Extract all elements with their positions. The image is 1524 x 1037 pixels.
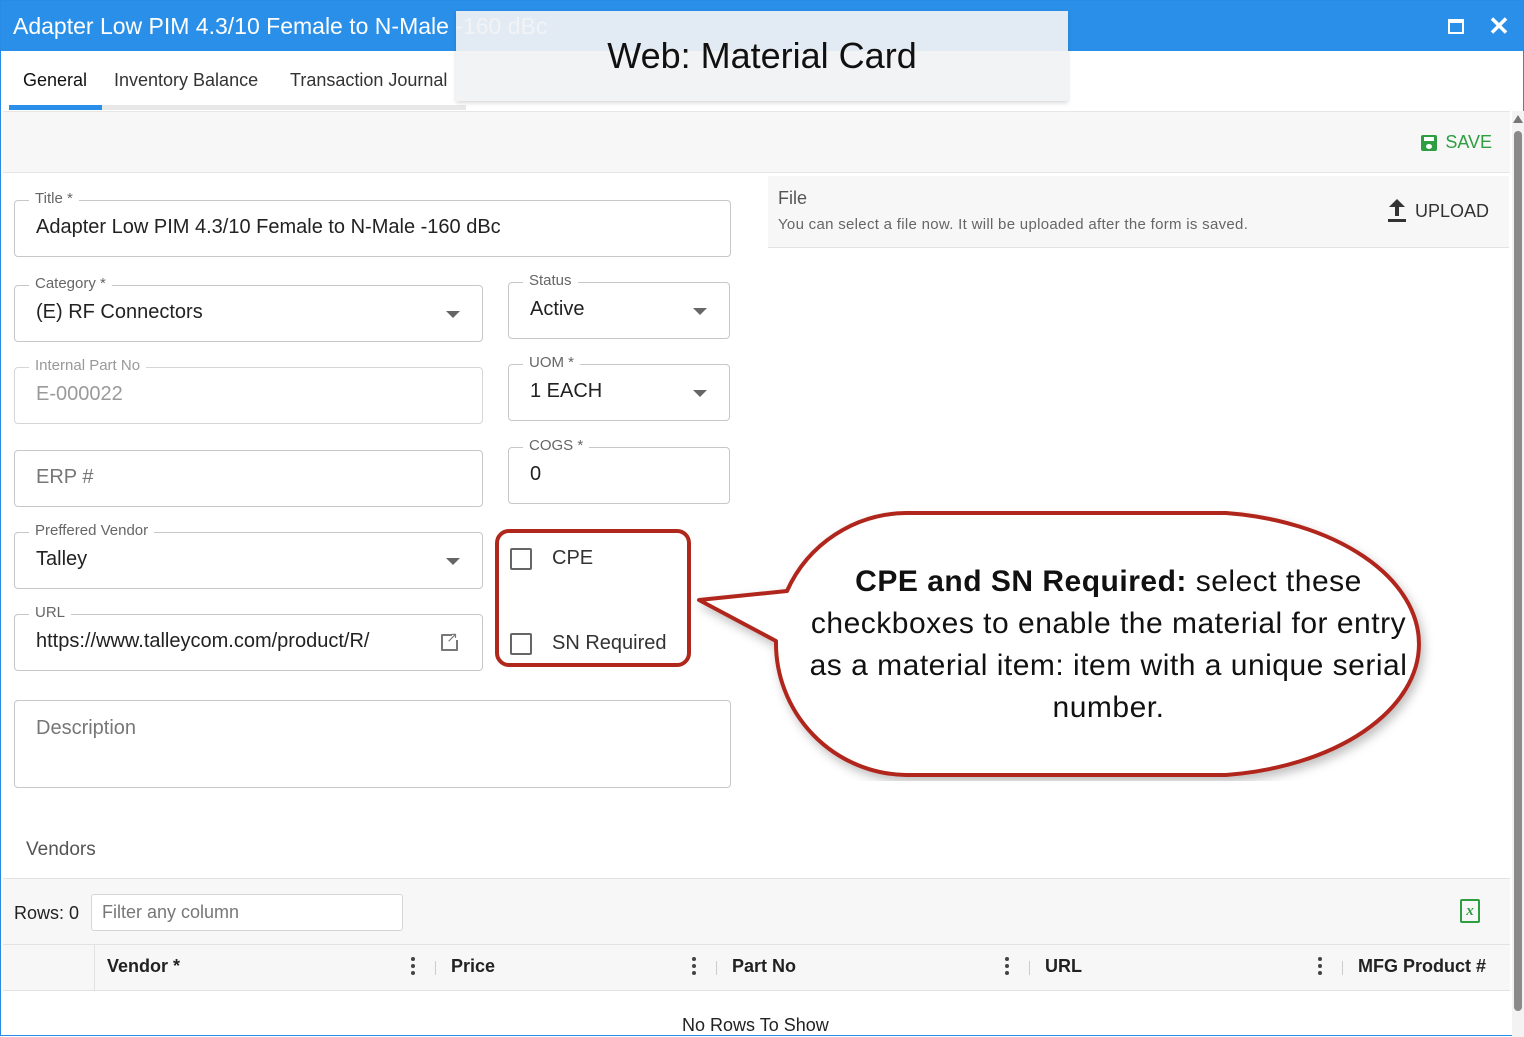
maximize-icon: [1448, 18, 1464, 34]
chevron-down-icon: [693, 390, 707, 397]
column-mfg-product[interactable]: MFG Product #: [1346, 945, 1510, 991]
column-menu-icon[interactable]: [1318, 957, 1322, 977]
internal-part-no-label: Internal Part No: [29, 357, 147, 374]
category-value: (E) RF Connectors: [36, 301, 203, 323]
scroll-thumb[interactable]: [1514, 131, 1522, 1011]
preferred-vendor-label: Preffered Vendor: [29, 522, 155, 539]
status-label: Status: [523, 272, 578, 289]
file-hint: You can select a file now. It will be up…: [778, 216, 1249, 233]
cogs-label: COGS *: [523, 437, 590, 454]
status-value: Active: [530, 298, 585, 320]
chevron-down-icon: [693, 308, 707, 315]
cogs-value: 0: [530, 463, 542, 485]
url-label: URL: [29, 604, 72, 621]
close-icon: ✕: [1488, 11, 1510, 41]
file-title: File: [778, 188, 808, 208]
column-price[interactable]: Price: [439, 945, 719, 991]
empty-grid-message: No Rows To Show: [682, 1015, 829, 1035]
vendors-grid-toolbar: Rows: 0 x: [3, 878, 1510, 944]
column-part-no[interactable]: Part No: [720, 945, 1032, 991]
save-button[interactable]: SAVE: [1421, 132, 1492, 153]
internal-part-no-value: E-000022: [36, 383, 123, 405]
cogs-field[interactable]: COGS * 0: [508, 437, 730, 504]
select-column: [3, 945, 95, 991]
status-select[interactable]: Status Active: [508, 272, 730, 339]
column-url[interactable]: URL: [1033, 945, 1345, 991]
overlay-label: Web: Material Card: [456, 11, 1068, 101]
chevron-down-icon: [446, 311, 460, 318]
save-icon: [1421, 134, 1438, 151]
category-label: Category *: [29, 275, 112, 292]
url-field[interactable]: URL https://www.talleycom.com/product/R/…: [14, 604, 483, 671]
maximize-button[interactable]: [1441, 11, 1471, 41]
active-tab-indicator: [9, 105, 102, 110]
url-value: https://www.talleycom.com/product/R/: [36, 630, 370, 652]
column-menu-icon[interactable]: [411, 957, 415, 977]
open-external-icon[interactable]: ↗: [441, 630, 460, 651]
upload-button[interactable]: UPLOAD: [1387, 199, 1489, 222]
column-menu-icon[interactable]: [1005, 957, 1009, 977]
column-url-label: URL: [1045, 956, 1082, 976]
form-toolbar: SAVE: [3, 111, 1510, 173]
category-select[interactable]: Category * (E) RF Connectors: [14, 275, 483, 342]
callout-bold: CPE and SN Required:: [855, 565, 1187, 598]
upload-icon: [1387, 199, 1407, 222]
internal-part-no-field: Internal Part No E-000022: [14, 357, 483, 424]
callout-text: CPE and SN Required: select these checkb…: [801, 561, 1416, 729]
erp-placeholder: ERP #: [36, 466, 94, 488]
scroll-up-arrow-icon[interactable]: [1513, 115, 1523, 123]
vendors-section-title: Vendors: [26, 839, 96, 860]
column-divider[interactable]: [1342, 961, 1343, 975]
uom-value: 1 EACH: [530, 380, 603, 402]
column-divider[interactable]: [435, 961, 436, 975]
column-price-label: Price: [451, 956, 496, 976]
column-mfg-product-label: MFG Product #: [1358, 956, 1487, 976]
column-menu-icon[interactable]: [692, 957, 696, 977]
material-card-window: Adapter Low PIM 4.3/10 Female to N-Male …: [0, 0, 1524, 1037]
checkbox-highlight: [495, 529, 691, 667]
chevron-down-icon: [446, 558, 460, 565]
vendors-grid-header: Vendor * Price Part No URL MFG Product #: [3, 944, 1510, 991]
erp-field[interactable]: ERP #: [14, 450, 483, 507]
uom-select[interactable]: UOM * 1 EACH: [508, 354, 730, 421]
description-field[interactable]: Description: [14, 700, 731, 788]
file-upload-panel: File You can select a file now. It will …: [768, 176, 1509, 248]
tab-inventory-balance[interactable]: Inventory Balance: [114, 70, 258, 91]
column-part-no-label: Part No: [732, 956, 797, 976]
description-placeholder: Description: [36, 717, 137, 739]
upload-label: UPLOAD: [1414, 200, 1489, 221]
column-divider[interactable]: [716, 961, 717, 975]
title-field[interactable]: Title * Adapter Low PIM 4.3/10 Female to…: [14, 190, 731, 257]
title-value: Adapter Low PIM 4.3/10 Female to N-Male …: [36, 216, 501, 238]
column-divider[interactable]: [1029, 961, 1030, 975]
close-button[interactable]: ✕: [1484, 11, 1514, 41]
excel-export-icon[interactable]: x: [1460, 899, 1480, 923]
save-label: SAVE: [1445, 132, 1492, 152]
column-vendor[interactable]: Vendor *: [95, 945, 436, 991]
tab-underline: [102, 105, 466, 110]
vertical-scrollbar[interactable]: [1512, 111, 1524, 1037]
preferred-vendor-value: Talley: [36, 548, 88, 570]
tab-general[interactable]: General: [23, 70, 87, 91]
tab-transaction-journal[interactable]: Transaction Journal: [290, 70, 447, 91]
preferred-vendor-select[interactable]: Preffered Vendor Talley: [14, 522, 483, 589]
rows-count: Rows: 0: [14, 903, 80, 923]
title-label: Title *: [29, 190, 79, 207]
column-vendor-label: Vendor *: [107, 956, 181, 976]
filter-input[interactable]: [91, 894, 403, 931]
uom-label: UOM *: [523, 354, 580, 371]
